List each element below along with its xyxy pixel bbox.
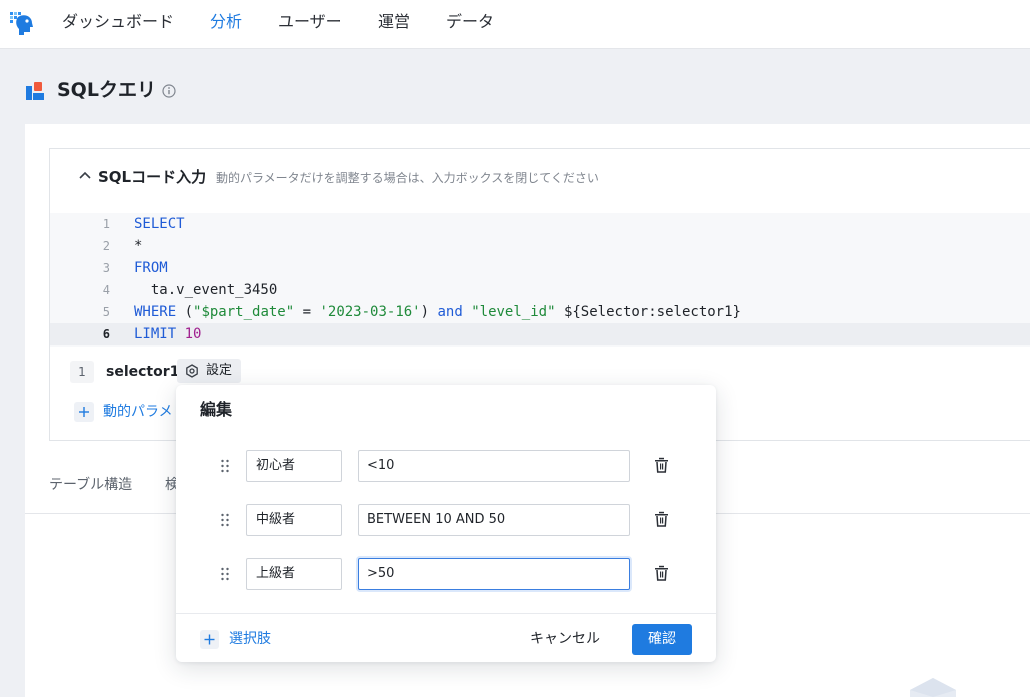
param-name: selector1 <box>106 364 180 380</box>
line-number: 4 <box>102 283 110 297</box>
gear-icon <box>186 364 198 378</box>
nav-item-dashboard[interactable]: ダッシュボード <box>62 12 174 32</box>
option-value-input[interactable]: <10 <box>358 450 630 482</box>
cancel-button[interactable]: キャンセル <box>522 624 608 654</box>
string-token: '2023-03-16' <box>319 304 421 320</box>
option-row: 上級者 >50 <box>176 558 716 590</box>
trash-icon[interactable] <box>654 457 669 473</box>
code-text: SELECT <box>134 216 185 232</box>
option-value-input[interactable]: BETWEEN 10 AND 50 <box>358 504 630 536</box>
edit-options-modal: 編集 初心者 <10 中級者 BETWEEN 10 AND 50 上級者 >50… <box>176 385 716 662</box>
keyword-token: LIMIT <box>134 326 177 342</box>
string-token: "level_id" <box>471 304 556 320</box>
code-text: ta.v_event_3450 <box>134 282 278 298</box>
decorative-shape <box>910 678 956 697</box>
param-index: 1 <box>70 361 94 383</box>
chevron-up-icon[interactable] <box>78 170 92 180</box>
plus-icon <box>200 630 219 649</box>
option-value-input-focused[interactable]: >50 <box>358 558 630 590</box>
code-line[interactable]: 1 SELECT <box>50 213 1030 235</box>
code-text: FROM <box>134 260 168 276</box>
editor-title: SQLコード入力 <box>98 168 207 186</box>
drag-handle-icon[interactable] <box>220 567 230 581</box>
code-text-highlighted: LIMIT 10 <box>134 323 201 345</box>
option-label-input[interactable]: 初心者 <box>246 450 342 482</box>
option-row: 中級者 BETWEEN 10 AND 50 <box>176 504 716 536</box>
code-line-current[interactable]: 6 LIMIT 10 <box>50 323 1030 345</box>
code-line[interactable]: 2 * <box>50 235 1030 257</box>
info-icon[interactable] <box>162 84 176 98</box>
nav-item-users[interactable]: ユーザー <box>278 12 342 32</box>
code-line[interactable]: 5 WHERE ("$part_date" = '2023-03-16') an… <box>50 301 1030 323</box>
code-line[interactable]: 3 FROM <box>50 257 1030 279</box>
trash-icon[interactable] <box>654 511 669 527</box>
add-option-button[interactable]: 選択肢 <box>200 628 320 650</box>
modal-footer: 選択肢 キャンセル 確認 <box>176 613 716 662</box>
option-label-input[interactable]: 中級者 <box>246 504 342 536</box>
code-line[interactable]: 4 ta.v_event_3450 <box>50 279 1030 301</box>
settings-label: 設定 <box>206 363 233 378</box>
string-token: "$part_date" <box>193 304 295 320</box>
option-label-input[interactable]: 上級者 <box>246 558 342 590</box>
plus-icon <box>74 402 94 422</box>
number-token: 10 <box>184 326 202 342</box>
add-param-label: 動的パラメ <box>103 404 173 420</box>
tab-table-structure[interactable]: テーブル構造 <box>49 476 132 494</box>
page-title: SQLクエリ <box>57 79 156 101</box>
drag-handle-icon[interactable] <box>220 513 230 527</box>
add-option-label: 選択肢 <box>229 631 271 647</box>
trash-icon[interactable] <box>654 565 669 581</box>
nav-item-analysis[interactable]: 分析 <box>210 12 242 32</box>
line-number: 2 <box>102 239 110 253</box>
dynamic-param-row: 1 selector1 設定 <box>50 359 1030 387</box>
code-text: * <box>134 238 143 254</box>
editor-header[interactable]: SQLコード入力 動的パラメータだけを調整する場合は、入力ボックスを閉じてくださ… <box>50 149 1030 206</box>
line-number: 5 <box>102 305 110 319</box>
option-row: 初心者 <10 <box>176 450 716 482</box>
sql-query-icon <box>26 82 44 100</box>
keyword-token: WHERE <box>134 304 177 320</box>
nav-item-data[interactable]: データ <box>446 12 494 32</box>
code-editor[interactable]: 1 SELECT 2 * 3 FROM 4 ta.v_event_3450 5 … <box>50 213 1030 347</box>
confirm-button[interactable]: 確認 <box>632 624 692 655</box>
top-navigation: ダッシュボード 分析 ユーザー 運営 データ <box>0 0 1030 49</box>
nav-item-operations[interactable]: 運営 <box>378 12 410 32</box>
editor-hint: 動的パラメータだけを調整する場合は、入力ボックスを閉じてください <box>216 171 599 185</box>
modal-title: 編集 <box>200 400 233 419</box>
code-text-highlighted: WHERE ("$part_date" = '2023-03-16') and … <box>134 304 741 320</box>
line-number: 3 <box>102 261 110 275</box>
line-number: 6 <box>102 327 110 341</box>
drag-handle-icon[interactable] <box>220 459 230 473</box>
keyword-token: and <box>437 304 463 320</box>
app-logo-icon[interactable] <box>8 9 36 37</box>
param-settings-button[interactable]: 設定 <box>177 359 241 383</box>
line-number: 1 <box>102 217 110 231</box>
template-token: ${Selector:selector1} <box>563 304 741 320</box>
